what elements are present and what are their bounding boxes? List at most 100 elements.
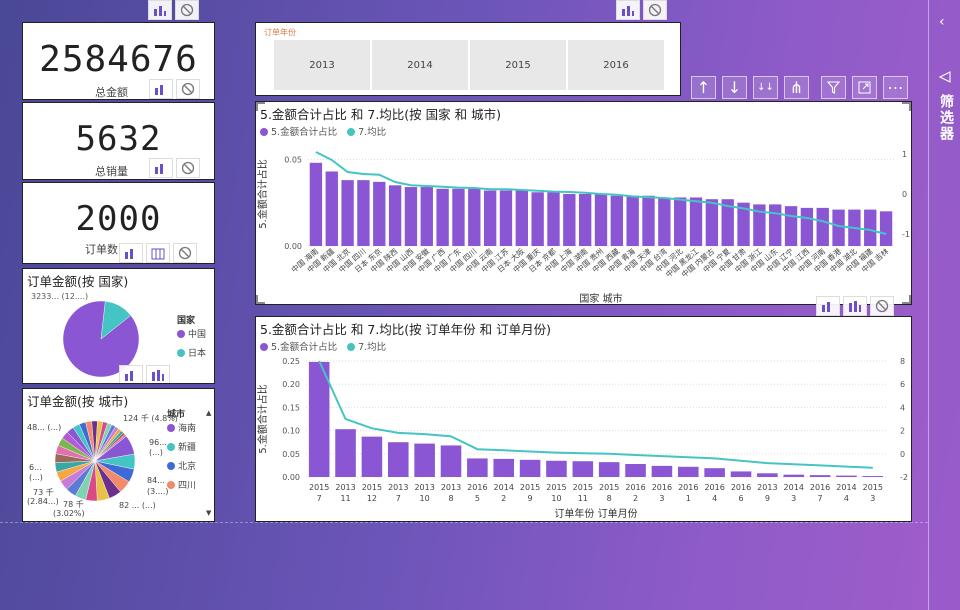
bar <box>420 187 433 246</box>
x-tick-label: 2 <box>501 494 506 503</box>
x-tick-label: 2016 <box>678 483 698 492</box>
x-tick-label: 8 <box>607 494 612 503</box>
visual-type-icon[interactable] <box>148 0 172 20</box>
pie-data-label: 96... <box>149 438 167 447</box>
filters-pane-collapsed[interactable]: ‹ 筛选器 <box>928 0 960 610</box>
more-options-icon[interactable]: ⋯ <box>883 76 908 99</box>
y2-tick-label: 4 <box>900 403 905 412</box>
bar <box>335 429 356 477</box>
y-tick-label: 0.05 <box>282 450 300 459</box>
page-boundary-line <box>0 522 928 523</box>
legend-scroll-up-icon[interactable]: ▲ <box>206 409 211 417</box>
legend-dot <box>167 424 175 432</box>
slicer-year-2013[interactable]: 2013 <box>274 40 370 90</box>
x-axis-title: 国家 城市 <box>579 292 622 305</box>
kpi-card-order-count[interactable]: 2000 订单数 <box>22 182 215 264</box>
kpi-card-total-sales[interactable]: 5632 总销量 <box>22 102 215 180</box>
bar <box>578 194 592 246</box>
no-filter-icon[interactable] <box>173 243 197 263</box>
arrow-up-icon[interactable]: ↑ <box>691 76 716 99</box>
expand-hierarchy-icon[interactable]: ⋔ <box>784 76 809 99</box>
bar <box>357 180 370 246</box>
pie-data-label: (...) <box>29 473 43 482</box>
y2-tick-label: 0 <box>900 450 905 459</box>
bar <box>769 204 782 246</box>
bar-chart-icon[interactable] <box>843 296 867 316</box>
bar <box>757 473 778 477</box>
slicer-year-2015[interactable]: 2015 <box>470 40 566 90</box>
visual-type-icon[interactable] <box>149 79 173 99</box>
slicer-year-2016[interactable]: 2016 <box>568 40 664 90</box>
bar <box>563 194 576 246</box>
focus-mode-icon[interactable] <box>852 76 877 99</box>
bar <box>493 458 515 477</box>
kpi-visual-toolbar <box>148 0 199 20</box>
order-year-slicer[interactable]: 订单年份 2013 2014 2015 2016 <box>255 22 681 96</box>
x-tick-label: 2013 <box>335 483 355 492</box>
pie-data-label: 48... (...) <box>27 423 62 432</box>
resize-handle[interactable] <box>256 102 265 111</box>
bar <box>404 187 418 246</box>
kpi-label: 订单数 <box>85 243 118 256</box>
legend-scroll-down-icon[interactable]: ▼ <box>206 509 211 517</box>
bar-chart-icon[interactable] <box>146 365 170 383</box>
x-tick-label: 4 <box>712 494 717 503</box>
no-filter-icon[interactable] <box>175 0 199 20</box>
visual-type-icon[interactable] <box>119 243 143 263</box>
x-tick-label: 10 <box>551 494 561 503</box>
bar <box>467 458 488 477</box>
y-tick-label: 0.00 <box>282 473 300 482</box>
x-tick-label: 7 <box>317 494 322 503</box>
arrow-down-icon[interactable]: ↓ <box>722 76 747 99</box>
visual-type-icon[interactable] <box>119 365 143 383</box>
filters-pane-label: 筛选器 <box>938 94 954 142</box>
bar <box>879 211 893 246</box>
no-filter-icon[interactable] <box>176 79 200 99</box>
legend-item: 四川 <box>167 478 196 491</box>
pie-data-label: 84... <box>147 476 165 485</box>
slicer-toolbar <box>616 0 667 20</box>
bar <box>436 188 449 246</box>
combo-chart-by-country-city[interactable]: 5.金额合计占比 和 7.均比(按 国家 和 城市) 5.金额合计占比 7.均比… <box>255 101 912 305</box>
bar <box>468 188 481 246</box>
visual-type-icon[interactable] <box>616 0 640 20</box>
x-tick-label: 2013 <box>388 483 408 492</box>
no-filter-icon[interactable] <box>870 296 894 316</box>
bar <box>704 468 725 477</box>
table-icon[interactable] <box>146 243 170 263</box>
resize-handle[interactable] <box>902 102 911 111</box>
filter-icon[interactable] <box>821 76 846 99</box>
resize-handle[interactable] <box>256 295 265 304</box>
bar <box>864 209 877 246</box>
bar <box>610 195 624 246</box>
no-filter-icon[interactable] <box>176 158 200 178</box>
slicer-year-2014[interactable]: 2014 <box>372 40 468 90</box>
visual-type-icon[interactable] <box>149 158 173 178</box>
bar <box>515 190 528 246</box>
bar <box>658 197 671 246</box>
pie-chart-by-country[interactable]: 订单金额(按 国家) 3233... (12....) 国家 中国 日本 <box>22 268 215 384</box>
kpi-label: 总金额 <box>95 86 128 99</box>
kpi-card-total-amount[interactable]: 2584676 总金额 <box>22 22 215 100</box>
y2-tick-label: -2 <box>900 473 908 482</box>
pie-chart-by-city[interactable]: 订单金额(按 城市) 124 千 (4.8%) 96... (...) 84..… <box>22 388 215 522</box>
bar <box>832 209 845 246</box>
chevron-left-icon[interactable]: ‹ <box>939 14 945 30</box>
bar <box>519 459 541 477</box>
x-tick-label: 2016 <box>704 483 724 492</box>
x-tick-label: 7 <box>396 494 401 503</box>
double-arrow-down-icon[interactable]: ↓↓ <box>753 76 778 99</box>
resize-handle[interactable] <box>902 295 911 304</box>
pie-data-label: 82 ... (...) <box>119 501 156 510</box>
visual-type-icon[interactable] <box>816 296 840 316</box>
x-tick-label: 2015 <box>362 483 382 492</box>
legend-item: 北京 <box>167 459 196 472</box>
legend-label: 中国 <box>188 330 207 340</box>
combo-chart-by-year-month[interactable]: 5.金额合计占比 和 7.均比(按 订单年份 和 订单月份) 5.金额合计占比 … <box>255 316 912 522</box>
bar <box>677 466 699 477</box>
no-filter-icon[interactable] <box>643 0 667 20</box>
pie-data-label: (...) <box>149 448 163 457</box>
bar <box>531 192 544 246</box>
x-tick-label: 10 <box>420 494 430 503</box>
bar <box>689 197 703 246</box>
